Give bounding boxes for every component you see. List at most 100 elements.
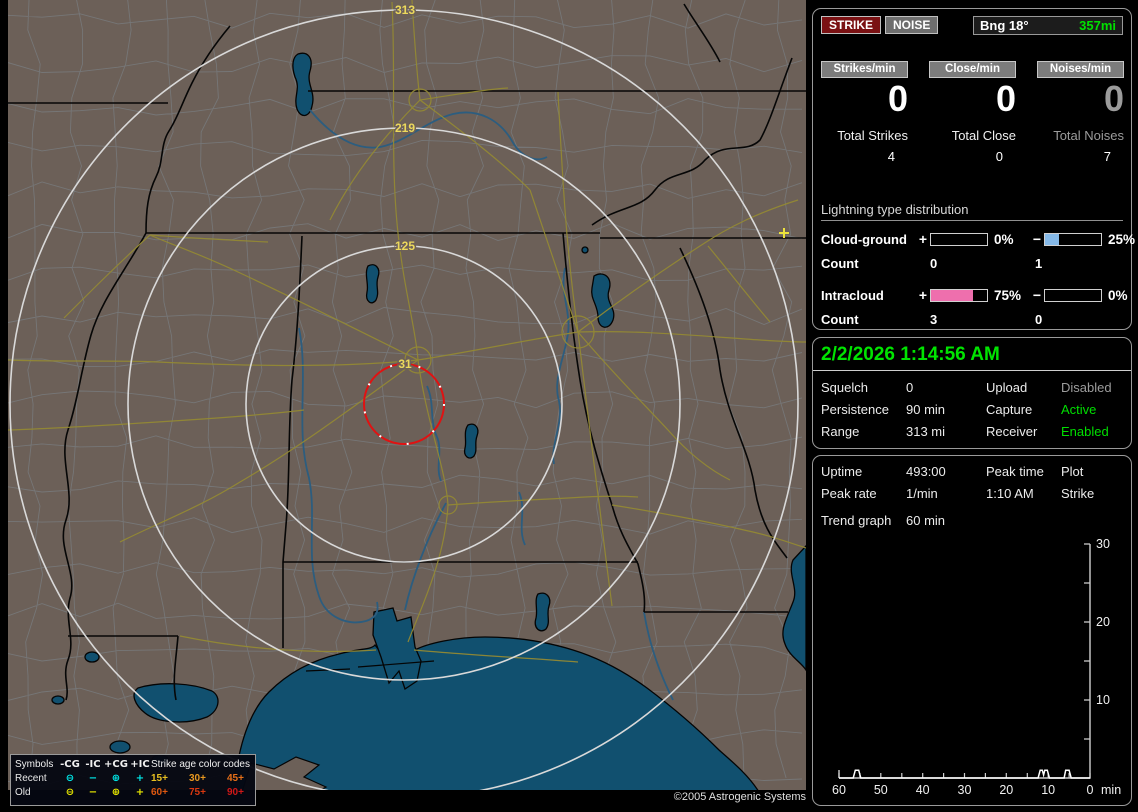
recent-pic-icon: + bbox=[135, 773, 145, 784]
lake-seminole bbox=[534, 592, 551, 632]
plot-label: Plot bbox=[1061, 464, 1084, 479]
cg-minus-pct: 25% bbox=[1108, 231, 1136, 247]
total-strikes-value: 4 bbox=[887, 149, 895, 164]
persistence-label: Persistence bbox=[821, 402, 889, 417]
recent-pcg-icon: ⊕ bbox=[111, 773, 121, 784]
intracloud-row: Intracloud + 75% − 0% bbox=[821, 287, 1128, 303]
close-per-min-value: 0 bbox=[995, 78, 1016, 119]
trend-tick-labels: 60 50 40 30 20 10 0 min 10 20 30 bbox=[832, 537, 1121, 797]
legend-col-ncg: -CG bbox=[60, 759, 80, 770]
strikes-per-min-value: 0 bbox=[887, 78, 908, 119]
svg-text:20: 20 bbox=[999, 783, 1013, 797]
squelch-label: Squelch bbox=[821, 380, 868, 395]
uptime-label: Uptime bbox=[821, 464, 863, 479]
noises-per-min-value: 0 bbox=[1103, 78, 1124, 119]
copyright-text: ©2005 Astrogenic Systems bbox=[673, 791, 806, 803]
squelch-value: 0 bbox=[906, 380, 914, 395]
noises-per-min-button[interactable]: Noises/min bbox=[1037, 61, 1124, 78]
cg-minus-bar bbox=[1044, 232, 1102, 246]
minus-sign: − bbox=[1032, 287, 1042, 303]
cg-plus-pct: 0% bbox=[994, 231, 1014, 247]
legend-row-recent-label: Recent bbox=[15, 773, 47, 784]
noise-mode-button[interactable]: NOISE bbox=[885, 16, 939, 34]
radar-map-svg: 313 219 125 31 bbox=[7, 0, 807, 799]
marsh-lake bbox=[51, 695, 65, 705]
bearing-range: 357mi bbox=[1079, 18, 1116, 33]
close-per-min-button[interactable]: Close/min bbox=[929, 61, 1016, 78]
ic-minus-count: 0 bbox=[1035, 312, 1043, 327]
trend-graph-value: 60 min bbox=[906, 513, 946, 528]
capture-label: Capture bbox=[986, 402, 1033, 417]
legend-symbols-header: Symbols bbox=[15, 759, 54, 770]
strikes-per-min-button[interactable]: Strikes/min bbox=[821, 61, 908, 78]
cg-minus-count: 1 bbox=[1035, 256, 1043, 271]
receiver-status: Enabled bbox=[1061, 424, 1109, 439]
svg-text:50: 50 bbox=[874, 783, 888, 797]
legend-col-pic: +IC bbox=[130, 759, 150, 770]
uptime-grid: Uptime 493:00 Peak time Plot Peak rate 1… bbox=[813, 456, 1131, 501]
trend-panel: Uptime 493:00 Peak time Plot Peak rate 1… bbox=[812, 455, 1132, 806]
peak-time-label: Peak time bbox=[986, 464, 1044, 479]
svg-text:10: 10 bbox=[1041, 783, 1055, 797]
peak-rate-value: 1/min bbox=[906, 486, 938, 501]
capture-status: Active bbox=[1061, 402, 1097, 417]
svg-text:10: 10 bbox=[1096, 693, 1110, 707]
range-value: 313 mi bbox=[906, 424, 946, 439]
age-30: 30+ bbox=[189, 773, 206, 784]
receiver-label: Receiver bbox=[986, 424, 1038, 439]
distribution-title: Lightning type distribution bbox=[821, 202, 1123, 221]
rate-counters: Strikes/min Close/min Noises/min 0 0 0 T… bbox=[821, 61, 1124, 164]
total-noises-value: 7 bbox=[1103, 149, 1111, 164]
legend-col-nic: -IC bbox=[85, 759, 101, 770]
trend-x-unit: min bbox=[1101, 783, 1121, 797]
intracloud-label: Intracloud bbox=[821, 287, 884, 303]
range-ring-label: 31 bbox=[398, 357, 412, 371]
bearing-indicator: Bng 18° 357mi bbox=[973, 16, 1123, 35]
status-grid: Squelch 0 Upload Disabled Persistence 90… bbox=[813, 371, 1131, 439]
legend-age-header: Strike age color codes bbox=[151, 759, 250, 770]
peak-rate-label: Peak rate bbox=[821, 486, 877, 501]
lake-martin bbox=[463, 423, 479, 459]
cloud-ground-count-row: Count 0 1 bbox=[821, 256, 1123, 271]
range-ring-label: 125 bbox=[395, 239, 415, 253]
svg-text:20: 20 bbox=[1096, 615, 1110, 629]
plus-sign: + bbox=[918, 231, 928, 247]
trend-graph-chart: 60 50 40 30 20 10 0 min 10 20 30 bbox=[832, 537, 1121, 797]
radar-map: 313 219 125 31 bbox=[7, 0, 807, 799]
svg-text:0: 0 bbox=[1087, 783, 1094, 797]
range-ring-label: 219 bbox=[395, 121, 415, 135]
marsh-lake bbox=[84, 651, 100, 663]
ic-minus-pct: 0% bbox=[1108, 287, 1128, 303]
range-label: Range bbox=[821, 424, 860, 439]
svg-text:60: 60 bbox=[832, 783, 846, 797]
cg-minus-bar-fill bbox=[1045, 233, 1059, 245]
total-close-value: 0 bbox=[995, 149, 1003, 164]
smith-lake bbox=[365, 264, 380, 304]
legend-col-pcg: +CG bbox=[104, 759, 128, 770]
peak-time-value: 1:10 AM bbox=[986, 486, 1034, 501]
cloud-ground-row: Cloud-ground + 0% − 25% bbox=[821, 231, 1135, 247]
minus-sign: − bbox=[1032, 231, 1042, 247]
age-15: 15+ bbox=[151, 773, 168, 784]
range-ring-label: 313 bbox=[395, 3, 415, 17]
total-strikes-label: Total Strikes bbox=[837, 128, 908, 143]
intracloud-count-row: Count 3 0 bbox=[821, 312, 1123, 327]
ic-minus-bar bbox=[1044, 288, 1102, 302]
upload-status: Disabled bbox=[1061, 380, 1112, 395]
svg-text:30: 30 bbox=[1096, 537, 1110, 551]
trend-graph-label: Trend graph bbox=[821, 513, 892, 528]
strike-mode-button[interactable]: STRIKE bbox=[821, 16, 882, 34]
count-label: Count bbox=[821, 312, 859, 327]
cg-plus-count: 0 bbox=[930, 256, 938, 271]
plus-sign: + bbox=[918, 287, 928, 303]
trend-axes bbox=[838, 543, 1091, 779]
marsh-lake bbox=[109, 740, 131, 754]
cloud-ground-label: Cloud-ground bbox=[821, 231, 907, 247]
lightning-type-distribution: Lightning type distribution Cloud-ground… bbox=[821, 202, 1135, 327]
age-45: 45+ bbox=[227, 773, 244, 784]
status-panel: 2/2/2026 1:14:56 AM Squelch 0 Upload Dis… bbox=[812, 337, 1132, 449]
cg-plus-bar bbox=[930, 232, 988, 246]
strike-counters-panel: STRIKE NOISE Bng 18° 357mi Strikes/min C… bbox=[812, 8, 1135, 330]
small-lake bbox=[581, 246, 589, 254]
upload-label: Upload bbox=[986, 380, 1028, 395]
